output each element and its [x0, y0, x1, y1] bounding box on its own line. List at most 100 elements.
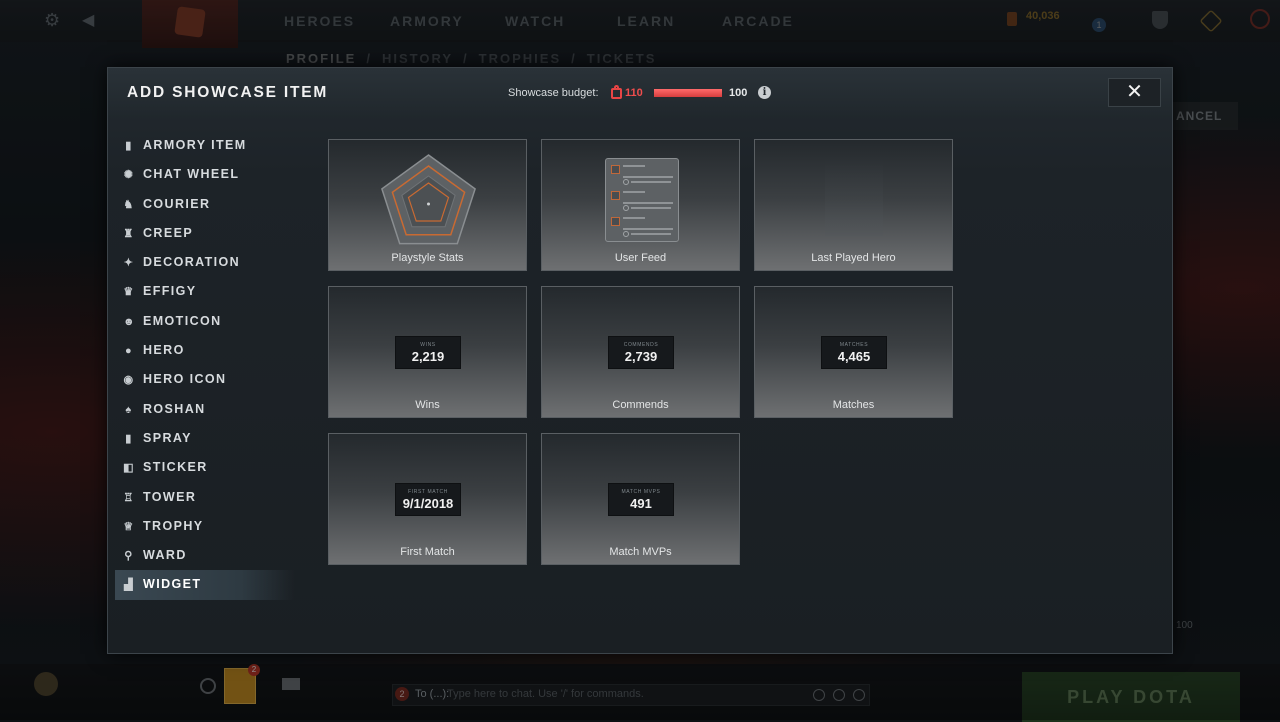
spray-icon: ▮: [125, 432, 133, 445]
category-label: EFFIGY: [143, 284, 197, 299]
stat-value: 2,739: [624, 349, 658, 364]
feed-entry-line: [623, 191, 645, 193]
category-armory-item[interactable]: ▮ ARMORY ITEM: [115, 131, 295, 160]
widget-tile-matches[interactable]: MATCHES 4,465 Matches: [754, 286, 953, 418]
feed-entry-dot-icon: [623, 179, 629, 185]
showcase-budget-label: Showcase budget:: [508, 87, 599, 99]
feed-entry-line: [623, 217, 645, 219]
category-chat-wheel[interactable]: ✺ CHAT WHEEL: [115, 160, 295, 189]
widget-tile-label: Match MVPs: [609, 546, 672, 558]
category-label: HERO: [143, 343, 185, 358]
category-label: WARD: [143, 548, 187, 563]
lock-budget-icon: [611, 85, 622, 99]
feed-entry-line: [623, 165, 645, 167]
creep-icon: ♜: [123, 227, 135, 240]
widget-tile-last-played-hero[interactable]: Last Played Hero: [754, 139, 953, 271]
stat-value: 491: [630, 496, 652, 511]
category-label: COURIER: [143, 196, 211, 211]
stat-value: 2,219: [411, 349, 445, 364]
decoration-icon: ✦: [123, 257, 135, 270]
feed-entry-line: [623, 176, 673, 178]
widget-tile-user-feed[interactable]: User Feed: [541, 139, 740, 271]
feed-entry-dot-icon: [623, 205, 629, 211]
sticker-icon: ◧: [123, 462, 135, 475]
category-decoration[interactable]: ✦ DECORATION: [115, 248, 295, 277]
category-label: SPRAY: [143, 430, 192, 445]
close-button[interactable]: ✕: [1108, 78, 1161, 107]
dialog-header: ADD SHOWCASE ITEM Showcase budget: 110 1…: [108, 68, 1172, 118]
category-label: CREEP: [143, 225, 194, 240]
chat-wheel-icon: ✺: [123, 169, 135, 182]
widget-tile-label: Matches: [832, 399, 875, 411]
category-spray[interactable]: ▮ SPRAY: [115, 424, 295, 453]
widget-tile-commends[interactable]: COMMENDS 2,739 Commends: [541, 286, 740, 418]
stat-caption: MATCH MVPS: [621, 489, 661, 495]
category-hero-icon[interactable]: ◉ HERO ICON: [115, 365, 295, 394]
feed-entry-square-icon: [611, 191, 620, 200]
stat-value: 9/1/2018: [402, 496, 454, 511]
widget-tile-playstyle-stats[interactable]: Playstyle Stats: [328, 139, 527, 271]
info-icon[interactable]: i: [758, 86, 771, 99]
category-hero[interactable]: ● HERO: [115, 336, 295, 365]
stat-value-box: WINS 2,219: [395, 336, 461, 369]
showcase-budget-bar-fill: [654, 89, 722, 97]
category-emoticon[interactable]: ☻ EMOTICON: [115, 307, 295, 336]
stat-value: 4,465: [837, 349, 871, 364]
category-sticker[interactable]: ◧ STICKER: [115, 453, 295, 482]
stat-caption: WINS: [420, 342, 436, 348]
category-label: TROPHY: [143, 518, 204, 533]
hero-icon-icon: ◉: [123, 374, 135, 387]
courier-icon: ♞: [123, 198, 135, 211]
category-trophy[interactable]: ♕ TROPHY: [115, 512, 295, 541]
stat-caption: COMMENDS: [623, 342, 659, 348]
showcase-budget-used: 110: [625, 87, 643, 99]
armory-icon: ▮: [125, 140, 133, 152]
category-label: STICKER: [143, 460, 208, 475]
category-label: ARMORY ITEM: [143, 138, 247, 152]
category-label: CHAT WHEEL: [143, 167, 240, 182]
feed-entry-line: [631, 233, 671, 235]
feed-entry-line: [631, 181, 671, 183]
widget-tile-label: User Feed: [614, 252, 667, 264]
feed-entry-line: [623, 202, 673, 204]
widget-tile-first-match[interactable]: FIRST MATCH 9/1/2018 First Match: [328, 433, 527, 565]
roshan-icon: ♠: [125, 403, 133, 416]
category-tower[interactable]: ♖ TOWER: [115, 483, 295, 512]
category-roshan[interactable]: ♠ ROSHAN: [115, 395, 295, 424]
feed-entry: [611, 165, 673, 185]
emoticon-icon: ☻: [123, 315, 136, 328]
widget-tile-match-mvps[interactable]: MATCH MVPS 491 Match MVPs: [541, 433, 740, 565]
radar-center-dot: [427, 202, 430, 206]
effigy-icon: ♛: [123, 286, 135, 299]
feed-entry: [611, 217, 673, 237]
widget-tile-label: Last Played Hero: [811, 252, 896, 264]
category-sidebar: ▮ ARMORY ITEM ✺ CHAT WHEEL ♞ COURIER ♜ CREEP ✦ DE…: [115, 131, 295, 600]
showcase-budget-max: 100: [729, 87, 748, 99]
feed-entry-line: [631, 207, 671, 209]
feed-entry-square-icon: [611, 165, 620, 174]
category-effigy[interactable]: ♛ EFFIGY: [115, 277, 295, 306]
widget-tile-label: Wins: [415, 399, 440, 411]
category-label: HERO ICON: [143, 372, 227, 387]
showcase-budget-bar: [654, 89, 722, 97]
widget-tile-wins[interactable]: WINS 2,219 Wins: [328, 286, 527, 418]
category-ward[interactable]: ⚲ WARD: [115, 541, 295, 570]
user-feed-icon: [605, 158, 679, 242]
stat-value-box: FIRST MATCH 9/1/2018: [395, 483, 461, 516]
add-showcase-item-dialog: ADD SHOWCASE ITEM Showcase budget: 110 1…: [107, 67, 1173, 654]
widget-tile-label: Commends: [612, 399, 669, 411]
stat-caption: FIRST MATCH: [408, 489, 448, 495]
playstyle-radar-icon: [381, 154, 476, 245]
category-creep[interactable]: ♜ CREEP: [115, 219, 295, 248]
category-label: TOWER: [143, 489, 197, 504]
ward-icon: ⚲: [124, 550, 134, 563]
last-played-hero-portrait: [825, 158, 883, 236]
category-widget[interactable]: ▟ WIDGET: [115, 570, 295, 600]
feed-entry-square-icon: [611, 217, 620, 226]
widget-tile-label: First Match: [400, 546, 455, 558]
feed-entry-line: [623, 228, 673, 230]
category-label: ROSHAN: [143, 401, 206, 416]
category-courier[interactable]: ♞ COURIER: [115, 190, 295, 219]
widget-icon: ▟: [124, 579, 134, 592]
feed-entry: [611, 191, 673, 211]
